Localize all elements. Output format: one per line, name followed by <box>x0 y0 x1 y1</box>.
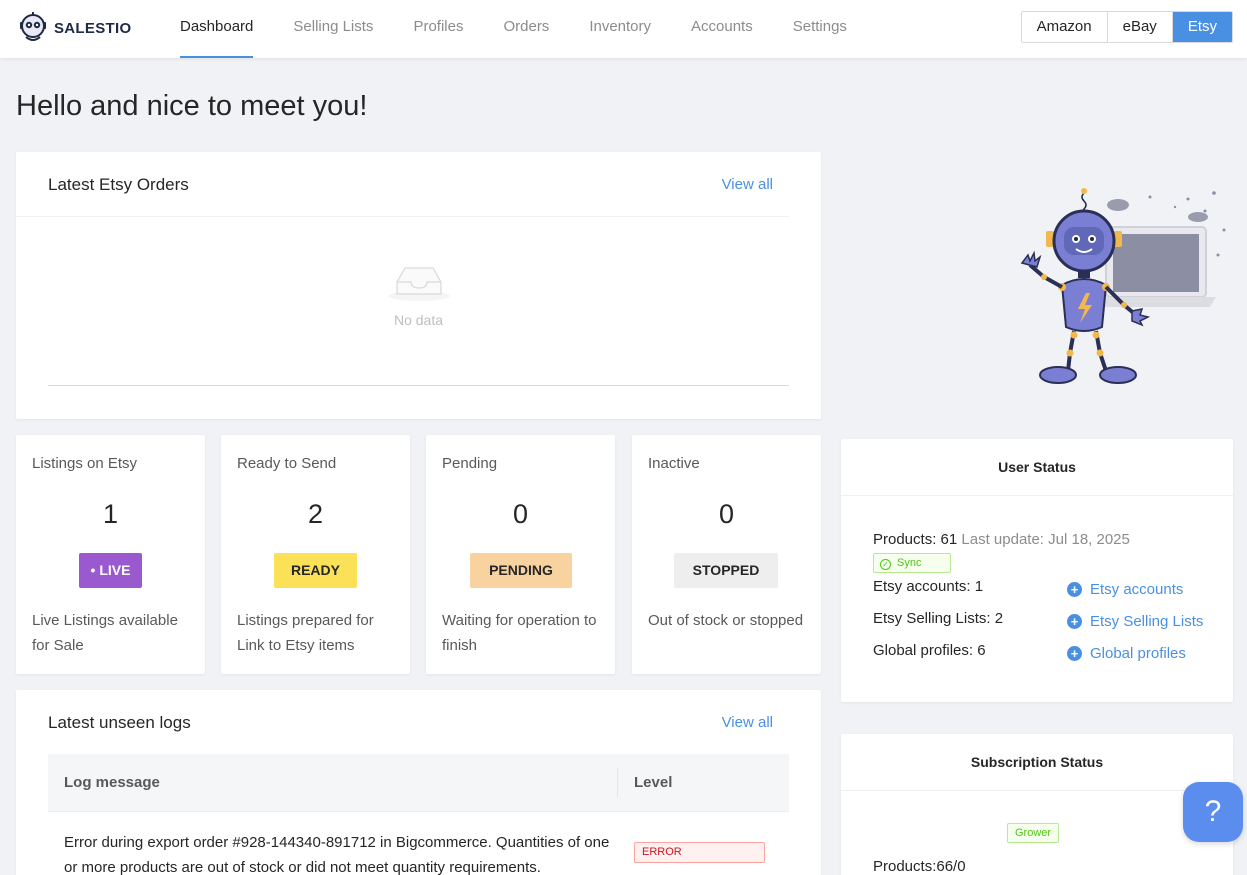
logs-card-title: Latest unseen logs <box>48 713 191 732</box>
main-nav: Dashboard Selling Lists Profiles Orders … <box>180 0 887 58</box>
page-greeting: Hello and nice to meet you! <box>16 90 368 122</box>
brand-name: SALESTIO <box>54 19 132 37</box>
orders-table-divider <box>48 385 789 386</box>
pending-status-badge: PENDING <box>470 553 572 588</box>
robot-logo-icon <box>16 11 50 45</box>
marketplace-amazon-button[interactable]: Amazon <box>1021 12 1108 42</box>
logs-view-all-link[interactable]: View all <box>722 714 773 731</box>
empty-inbox-icon <box>387 262 451 302</box>
column-level[interactable]: Level <box>618 754 672 811</box>
stat-title: Listings on Etsy <box>32 455 138 472</box>
orders-card-title: Latest Etsy Orders <box>48 175 189 194</box>
table-row[interactable]: Error during export order #928-144340-89… <box>48 812 789 875</box>
nav-selling-lists[interactable]: Selling Lists <box>293 0 373 58</box>
stat-description: Out of stock or stopped <box>648 612 804 629</box>
plan-tag: Grower <box>1007 823 1060 843</box>
latest-orders-card: Latest Etsy Orders View all No data <box>16 152 821 419</box>
subscription-products: Products:66/0 <box>873 858 966 875</box>
logs-table: Log message Level Error during export or… <box>48 754 789 875</box>
orders-view-all-link[interactable]: View all <box>722 176 773 193</box>
stat-description: Listings prepared for Link to Etsy items <box>237 612 374 654</box>
plus-circle-icon: + <box>1067 614 1082 629</box>
stat-card-inactive[interactable]: Inactive 0 STOPPED Out of stock or stopp… <box>632 435 821 674</box>
add-etsy-selling-list-link[interactable]: + Etsy Selling Lists <box>1067 613 1203 630</box>
ready-status-badge: READY <box>274 553 357 588</box>
stat-value: 1 <box>102 499 119 529</box>
sync-status-tag: ✓ Sync <box>873 553 951 573</box>
global-profiles-count: Global profiles: 6 <box>873 642 986 659</box>
live-status-badge: • LIVE <box>79 553 142 588</box>
last-update-text: Last update: Jul 18, 2025 <box>961 531 1130 548</box>
stopped-status-badge: STOPPED <box>674 553 778 588</box>
add-global-profile-link[interactable]: + Global profiles <box>1067 645 1186 662</box>
nav-dashboard[interactable]: Dashboard <box>180 0 254 58</box>
products-count: Products: 61 Last update: Jul 18, 2025 <box>873 531 1130 548</box>
subscription-title: Subscription Status <box>970 754 1104 770</box>
nav-settings[interactable]: Settings <box>793 0 847 58</box>
subscription-divider <box>841 790 1233 791</box>
nav-profiles[interactable]: Profiles <box>413 0 463 58</box>
marketplace-ebay-button[interactable]: eBay <box>1107 12 1173 42</box>
subscription-status-panel: Subscription Status Grower Products:66/0 <box>841 734 1233 875</box>
robot-mascot-illustration <box>1010 185 1230 390</box>
plus-circle-icon: + <box>1067 582 1082 597</box>
stat-card-ready[interactable]: Ready to Send 2 READY Listings prepared … <box>221 435 410 674</box>
marketplace-etsy-button[interactable]: Etsy <box>1172 12 1232 42</box>
help-button[interactable]: ? <box>1183 782 1243 842</box>
orders-header-divider <box>16 216 789 217</box>
nav-orders[interactable]: Orders <box>503 0 549 58</box>
latest-logs-card: Latest unseen logs View all Log message … <box>16 690 821 875</box>
etsy-selling-lists-count: Etsy Selling Lists: 2 <box>873 610 1004 627</box>
plus-circle-icon: + <box>1067 646 1082 661</box>
nav-inventory[interactable]: Inventory <box>589 0 651 58</box>
marketplace-switcher: Amazon eBay Etsy <box>1020 11 1233 43</box>
stat-title: Inactive <box>648 455 700 472</box>
stat-description: Live Listings available for Sale <box>32 612 178 654</box>
user-status-title: User Status <box>998 459 1076 475</box>
orders-empty-label: No data <box>393 312 444 328</box>
log-message-cell: Error during export order #928-144340-89… <box>64 834 610 875</box>
stat-title: Pending <box>442 455 498 472</box>
stat-title: Ready to Send <box>237 455 337 472</box>
stat-card-pending[interactable]: Pending 0 PENDING Waiting for operation … <box>426 435 615 674</box>
error-level-tag: ERROR <box>634 842 765 863</box>
stat-value: 0 <box>718 499 735 529</box>
add-etsy-account-link[interactable]: + Etsy accounts <box>1067 581 1183 598</box>
stat-description: Waiting for operation to finish <box>442 612 597 654</box>
brand-logo[interactable]: SALESTIO <box>16 10 131 46</box>
user-status-divider <box>841 495 1233 496</box>
orders-empty-state: No data <box>16 262 821 328</box>
stat-value: 2 <box>307 499 324 529</box>
column-log-message[interactable]: Log message <box>48 768 618 797</box>
logs-table-header: Log message Level <box>48 754 789 812</box>
etsy-accounts-count: Etsy accounts: 1 <box>873 578 984 595</box>
user-status-panel: User Status Products: 61 Last update: Ju… <box>841 439 1233 702</box>
nav-accounts[interactable]: Accounts <box>691 0 753 58</box>
stat-value: 0 <box>512 499 529 529</box>
stat-card-listings[interactable]: Listings on Etsy 1 • LIVE Live Listings … <box>16 435 205 674</box>
check-circle-icon: ✓ <box>880 559 891 570</box>
top-navigation-bar: SALESTIO Dashboard Selling Lists Profile… <box>0 0 1247 58</box>
